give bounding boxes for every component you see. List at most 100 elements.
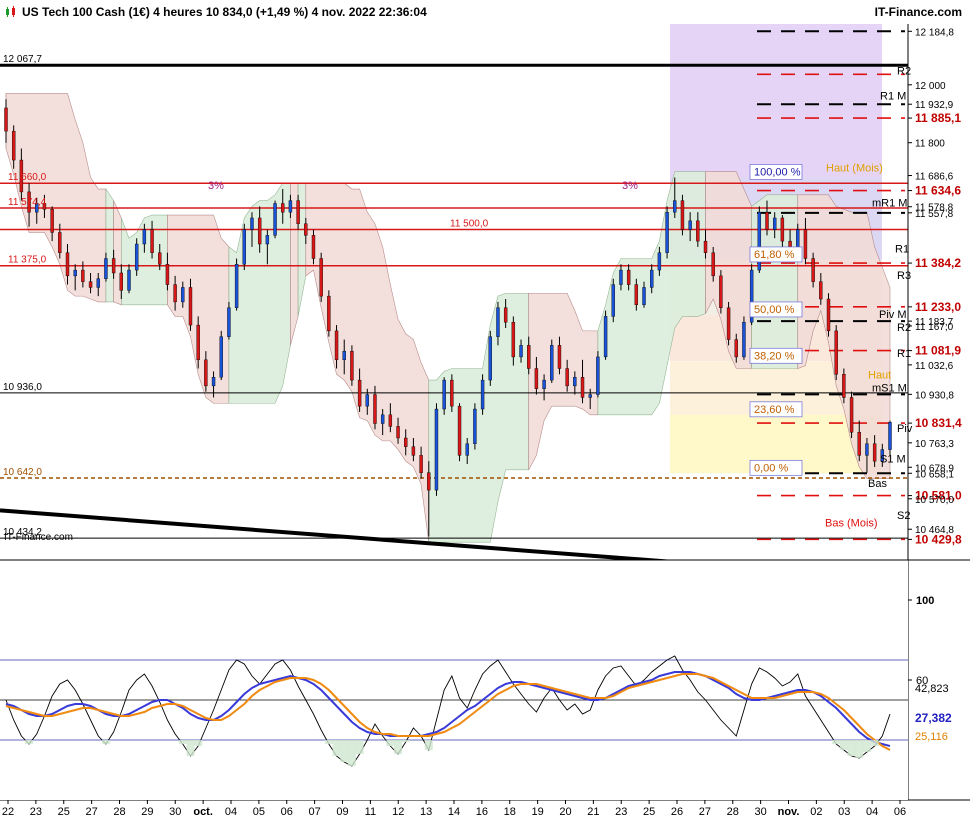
candle-body — [50, 209, 54, 233]
x-tick-label: 27 — [86, 806, 98, 818]
candle-body — [334, 330, 339, 361]
x-tick-label: 06 — [894, 806, 906, 818]
oversold-fill — [847, 740, 856, 756]
y-tick-label: 11 032,6 — [915, 361, 954, 372]
level-label: 11 500,0 — [450, 219, 489, 230]
candle-body — [511, 321, 516, 358]
oversold-fill — [870, 740, 879, 746]
candle-body — [588, 394, 592, 398]
x-tick-label: 02 — [810, 806, 822, 818]
x-tick-label: 21 — [587, 806, 599, 818]
x-tick-label: 27 — [699, 806, 711, 818]
candle-body — [734, 339, 738, 358]
y-tick-label: 11 932,9 — [915, 100, 954, 111]
x-tick-label: 20 — [559, 806, 571, 818]
oversold-fill — [862, 740, 871, 752]
candle-body — [542, 379, 546, 389]
oversold-fill — [347, 740, 356, 766]
candle-body — [565, 368, 569, 387]
candle-body — [158, 252, 162, 265]
x-tick-label: 26 — [671, 806, 683, 818]
candle-body — [196, 324, 200, 361]
fib-label: 23,60 % — [754, 404, 795, 416]
candle-body — [488, 336, 492, 381]
candle-body — [519, 345, 523, 358]
candle-body — [150, 229, 154, 253]
x-tick-label: 07 — [309, 806, 321, 818]
pivot-label: Piv — [897, 423, 913, 435]
pivot-label: R2 — [897, 322, 911, 334]
candle-body — [81, 269, 85, 282]
candle-body — [342, 350, 346, 361]
candle-body — [726, 307, 731, 340]
candle-body — [350, 350, 354, 381]
candle-body — [657, 252, 662, 271]
x-tick-label: 16 — [476, 806, 488, 818]
candle-body — [434, 408, 439, 491]
x-tick-label: 30 — [755, 806, 767, 818]
osc-tick-label: 100 — [916, 595, 934, 607]
y-tick-label: 10 570,0 — [915, 495, 954, 506]
candle-body — [696, 220, 700, 242]
candle-body — [619, 269, 623, 285]
y-tick-label: 10 658,1 — [915, 469, 954, 480]
candle-body — [849, 397, 854, 433]
candle-body — [327, 295, 331, 332]
candle-body — [427, 472, 431, 491]
candle-body — [211, 376, 216, 387]
y-tick-label: 11 384,2 — [915, 256, 961, 270]
fib-label: 38,20 % — [754, 350, 795, 362]
x-tick-label: 03 — [838, 806, 850, 818]
x-tick-label: 12 — [392, 806, 404, 818]
candle-body — [834, 330, 838, 375]
x-tick-label: oct. — [193, 806, 213, 818]
candle-body — [173, 284, 177, 303]
level-label: 11 660,0 — [8, 172, 47, 183]
x-tick-label: 13 — [420, 806, 432, 818]
y-tick-label: 11 081,9 — [915, 344, 961, 358]
candle-body — [811, 258, 815, 282]
candle-body — [465, 443, 469, 456]
oversold-fill — [401, 740, 410, 742]
candle-body — [58, 232, 62, 253]
annotation-label: 3% — [622, 180, 638, 192]
candle-body — [780, 217, 785, 242]
fib-label: 50,00 % — [754, 304, 795, 316]
candle-body — [104, 258, 108, 279]
price-chart[interactable]: 12 067,7 11 660,0 11 574,4 11 500,0 11 375,0… — [0, 0, 970, 820]
oversold-fill — [355, 740, 364, 754]
level-label: 10 936,0 — [3, 382, 42, 393]
candle-body — [281, 203, 285, 213]
y-tick-label: 11 634,6 — [915, 184, 961, 198]
candle-body — [442, 379, 446, 410]
candle-body — [134, 243, 139, 271]
candle-body — [642, 287, 646, 306]
candle-body — [503, 307, 508, 323]
pivot-label: Haut — [868, 370, 891, 382]
candle-body — [404, 437, 408, 447]
y-tick-label: 11 800 — [915, 139, 945, 150]
oversold-fill — [394, 740, 403, 754]
candle-body — [257, 217, 262, 245]
y-tick-label: 10 831,4 — [915, 416, 962, 430]
pivot-label: R3 — [897, 270, 911, 282]
candle-body — [188, 287, 193, 326]
candle-body — [888, 422, 892, 450]
candle-body — [796, 229, 800, 248]
x-tick-label: 23 — [615, 806, 627, 818]
candle-body — [865, 443, 869, 456]
candle-body — [304, 223, 308, 236]
x-tick-label: 22 — [2, 806, 14, 818]
candle-body — [580, 376, 585, 398]
candle-body — [388, 414, 393, 427]
oscillator-last-value: 42,823 — [915, 683, 949, 695]
pivot-label: mR1 M — [872, 197, 907, 209]
pivot-label: R1 — [897, 348, 911, 360]
y-tick-label: 11 885,1 — [915, 111, 961, 125]
candle-body — [411, 446, 416, 456]
candle-body — [634, 284, 639, 306]
candle-body — [534, 368, 539, 389]
candle-body — [872, 443, 877, 462]
candle-body — [273, 203, 277, 236]
x-tick-label: 23 — [30, 806, 42, 818]
